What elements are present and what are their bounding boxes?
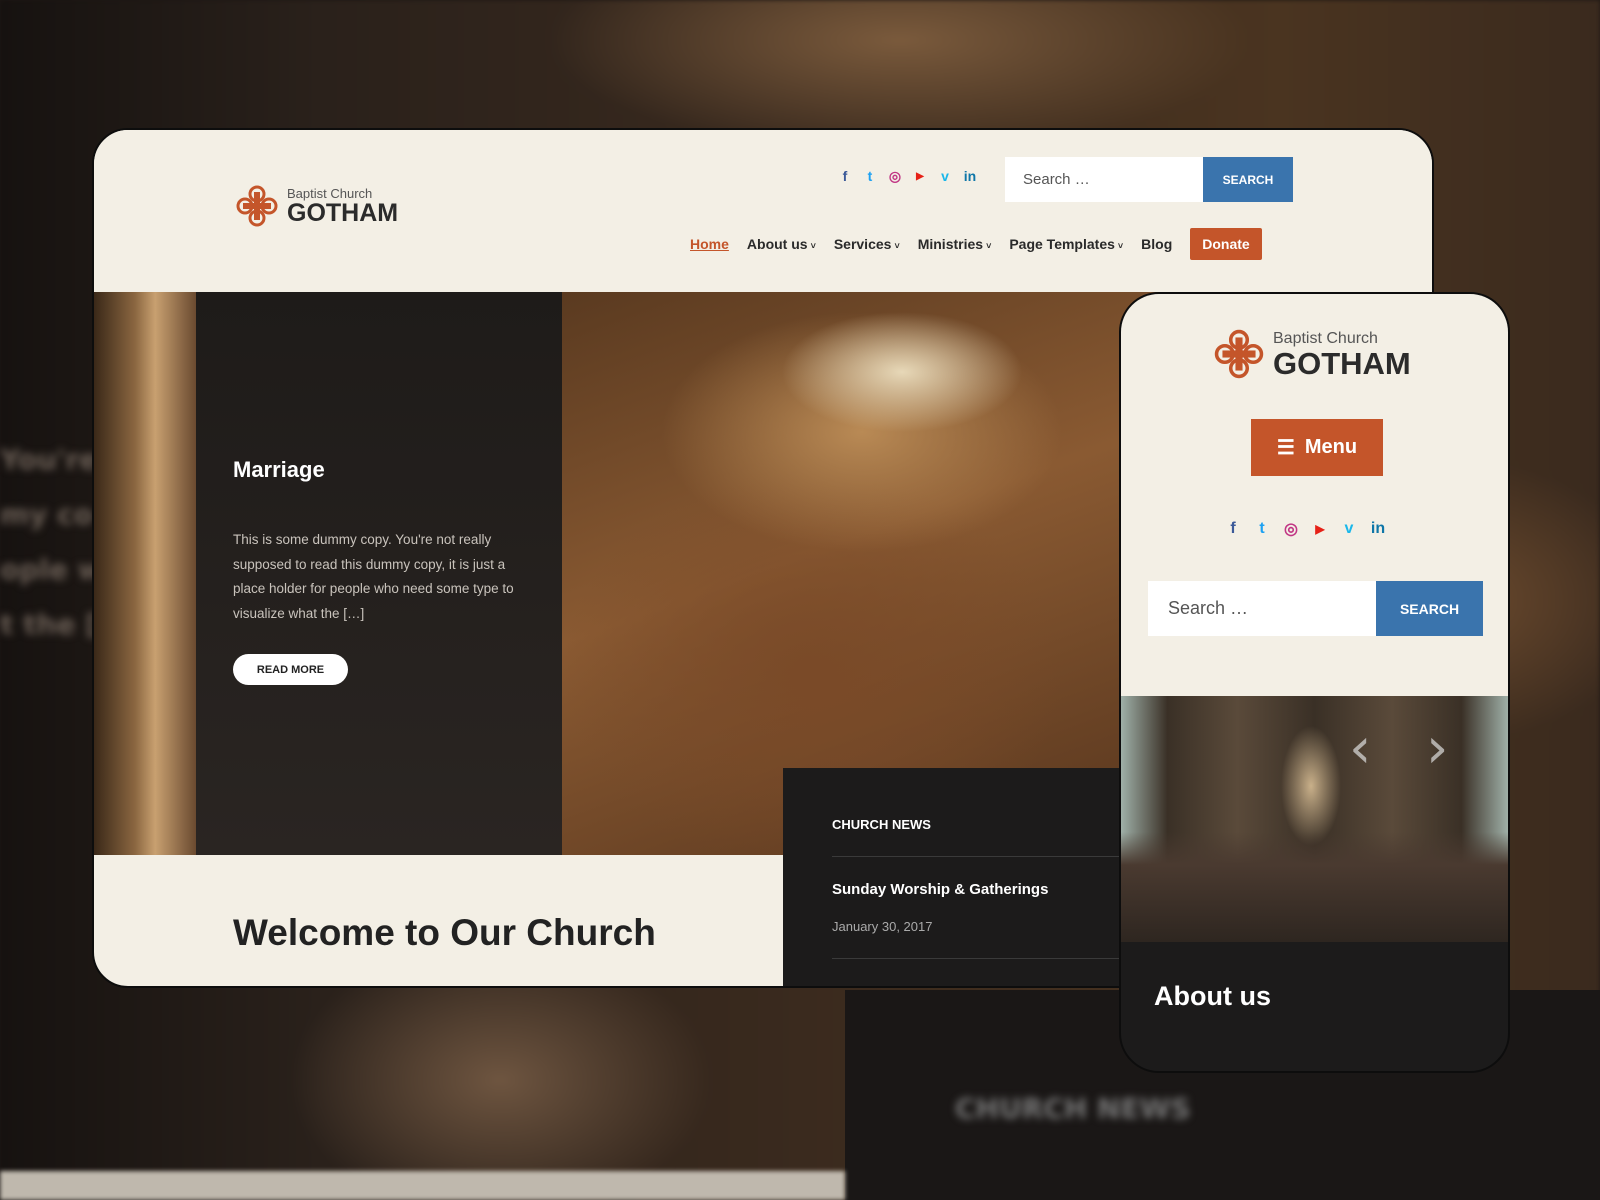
nav-ministries[interactable]: Ministries ˅ [918, 236, 992, 252]
nav-label: Page Templates [1009, 236, 1115, 252]
nav-label: Services [833, 236, 892, 252]
main-nav: Home About us ˅ Services ˅ Ministries ˅ Pag… [690, 228, 1262, 260]
vimeo-icon[interactable]: v [938, 168, 952, 184]
twitter-icon[interactable]: t [1255, 520, 1269, 537]
logo-name: GOTHAM [287, 199, 399, 227]
mobile-social-links: f t ◎ ▶ v in [1226, 520, 1385, 538]
church-interior-photo: ‹ › [1121, 696, 1508, 942]
youtube-icon[interactable]: ▶ [1313, 522, 1327, 536]
site-header: Baptist Church GOTHAM f t ◎ ▶ v in Search… [94, 130, 1432, 292]
mobile-preview: Baptist Church GOTHAM ☰ Menu f t ◎ ▶ v in … [1119, 292, 1510, 1073]
facebook-icon[interactable]: f [1226, 520, 1240, 537]
about-us-heading: About us [1154, 981, 1271, 1011]
chevron-down-icon: ˅ [894, 241, 900, 251]
news-item-title[interactable]: Sunday Worship & Gatherings [832, 881, 1048, 898]
background-cream-strip [0, 1171, 845, 1200]
background-blurred-news: CHURCH NEWS [955, 1092, 1191, 1125]
chevron-down-icon: ˅ [986, 241, 992, 251]
flower-cross-logo-icon [1214, 329, 1264, 379]
youtube-icon[interactable]: ▶ [913, 169, 927, 183]
menu-label: Menu [1304, 436, 1358, 458]
nav-label: About us [746, 236, 808, 252]
search-button[interactable]: SEARCH [1203, 157, 1293, 202]
search-input[interactable]: Search … [1005, 157, 1203, 202]
hero-title: Marriage [233, 457, 325, 482]
pillar-image [94, 292, 196, 855]
nav-page-templates[interactable]: Page Templates ˅ [1009, 236, 1123, 252]
flower-cross-logo-icon [236, 185, 278, 227]
site-logo[interactable]: Baptist Church GOTHAM [235, 184, 398, 228]
logo-subtitle: Baptist Church [1273, 329, 1378, 347]
welcome-heading: Welcome to Our Church [233, 912, 656, 953]
search-input[interactable]: Search … [1148, 581, 1376, 636]
linkedin-icon[interactable]: in [1371, 520, 1385, 537]
nav-services[interactable]: Services ˅ [834, 236, 900, 252]
nav-blog[interactable]: Blog [1141, 236, 1172, 252]
social-links: f t ◎ ▶ v in [838, 168, 977, 185]
nav-about-us[interactable]: About us ˅ [747, 236, 816, 252]
menu-button[interactable]: ☰ Menu [1251, 419, 1383, 476]
mobile-header: Baptist Church GOTHAM ☰ Menu f t ◎ ▶ v in … [1121, 294, 1508, 696]
mobile-search: Search … SEARCH [1148, 581, 1483, 636]
donate-button[interactable]: Donate [1190, 228, 1262, 260]
twitter-icon[interactable]: t [863, 168, 877, 184]
linkedin-icon[interactable]: in [963, 168, 977, 184]
chevron-down-icon: ˅ [1117, 241, 1124, 251]
vimeo-icon[interactable]: v [1342, 520, 1356, 537]
logo-name: GOTHAM [1273, 345, 1411, 381]
read-more-button[interactable]: READ MORE [233, 654, 348, 685]
instagram-icon[interactable]: ◎ [888, 168, 902, 184]
search-button[interactable]: SEARCH [1376, 581, 1483, 636]
nav-home[interactable]: Home [690, 236, 729, 252]
hero-text: This is some dummy copy. You're not real… [233, 532, 514, 621]
chevron-left-icon[interactable]: ‹ [1349, 716, 1371, 781]
chevron-down-icon: ˅ [810, 241, 816, 251]
nav-label: Ministries [917, 236, 984, 252]
hamburger-icon: ☰ [1276, 437, 1295, 459]
header-search: Search … SEARCH [1005, 157, 1293, 202]
facebook-icon[interactable]: f [838, 168, 852, 184]
congregation [1121, 832, 1508, 942]
instagram-icon[interactable]: ◎ [1284, 521, 1298, 538]
mobile-logo[interactable]: Baptist Church GOTHAM [1213, 328, 1411, 380]
news-item-date: January 30, 2017 [832, 919, 933, 934]
chevron-right-icon[interactable]: › [1426, 716, 1448, 781]
news-heading: CHURCH NEWS [832, 817, 931, 832]
